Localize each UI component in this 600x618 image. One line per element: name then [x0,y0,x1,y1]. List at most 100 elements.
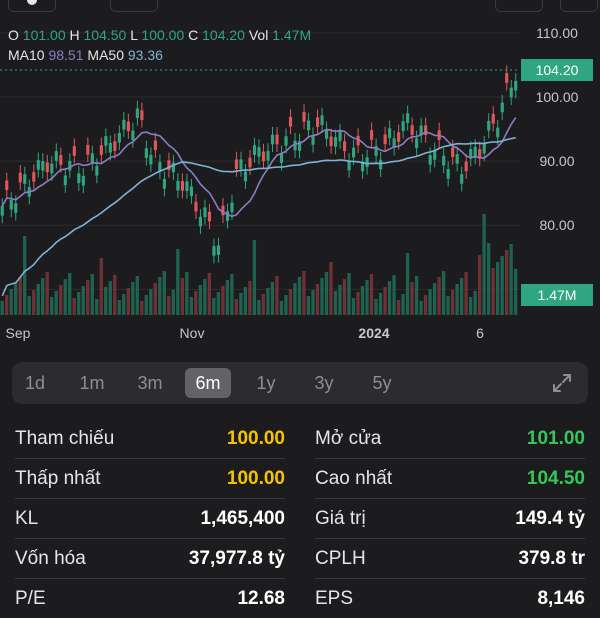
candle-body [234,159,239,170]
open-value: 101.00 [22,27,66,43]
price-tick-label: 80.00 [539,217,574,233]
volume-bar [423,295,428,315]
stat-cao-nhat: Cao nhất 104.50 [315,458,585,498]
high-label: H [69,27,80,43]
volume-bar [455,284,459,315]
candle-body [491,113,495,124]
candle-body [370,130,374,140]
volume-bar [59,285,63,315]
tab-6m[interactable]: 6m [185,368,231,398]
last-price-label: 104.20 [536,62,579,78]
candle-body [23,174,27,184]
candle-body [455,154,459,164]
candle-body [442,155,446,166]
volume-bar [23,236,27,315]
volume-bar [176,249,180,315]
volume-bar [108,281,112,315]
volume-bar [351,298,356,315]
volume-bar [347,273,351,315]
volume-bar [86,280,90,315]
candle-body [347,160,351,171]
candle-body [149,154,153,165]
candle-body [203,207,207,218]
tab-3y[interactable]: 3y [301,368,347,398]
candle-body [81,175,85,186]
candle-body [216,245,221,256]
volume-bar [0,301,4,315]
volume-bar [18,277,22,315]
volume-bar [243,287,248,315]
ma50-label: MA50 [87,47,124,63]
volume-bar [464,272,468,315]
volume-bar [432,283,437,315]
volume-bar [72,298,76,315]
volume-bar [41,278,45,315]
volume-bar [338,285,342,315]
candle-body [505,73,509,83]
tab-1m[interactable]: 1m [69,368,115,398]
candle-body [302,111,306,122]
candle-body [338,131,342,142]
volume-bar [324,272,329,315]
tab-3m[interactable]: 3m [127,368,173,398]
volume-bar [27,296,31,315]
volume-bar [279,301,284,315]
stat-label: P/E [15,588,46,609]
candle-body [54,151,58,161]
stat-value: 104.50 [526,468,585,489]
stat-value: 37,977.8 tỷ [188,548,285,569]
candle-body [230,202,234,213]
volume-bar [500,256,504,315]
volume-bar [383,287,387,315]
volume-bar [297,277,302,315]
volume-bar [441,271,446,315]
candle-body [270,134,275,145]
tab-1d[interactable]: 1d [12,368,58,398]
candle-body [126,121,130,132]
candle-body [77,173,81,184]
candle-body [32,172,36,182]
volume-bar [261,294,266,315]
volume-bar [81,286,85,315]
volume-bar [491,268,495,315]
candle-body [122,119,126,130]
volume-bar [504,250,509,315]
stat-value: 100.00 [226,468,285,489]
candle-body [0,205,4,216]
volume-bar [320,278,324,315]
tab-5y[interactable]: 5y [359,368,405,398]
volume-bar [252,240,257,315]
volume-bar [284,295,288,315]
volume-bar [315,284,320,315]
candle-body [388,128,392,138]
candle-body [482,143,486,154]
stat-value: 1,465,400 [200,508,285,529]
volume-bar [270,282,275,315]
candle-body [266,150,270,161]
stat-label: EPS [315,588,354,609]
volume-bar [365,280,369,315]
candle-body [117,132,121,143]
candle-body [194,201,198,212]
volume-bar [185,272,189,315]
stat-value: 8,146 [537,588,585,609]
stat-value: 100.00 [226,428,285,449]
candle-body [41,160,45,171]
volume-bar [378,293,383,315]
volume-bar [113,275,117,315]
tab-1y[interactable]: 1y [243,368,289,398]
stat-value: 149.4 tỷ [515,508,585,529]
volume-bar [32,290,36,315]
stat-label: Mở cửa [315,428,382,449]
volume-value: 1.47M [272,27,312,43]
volume-bar [419,301,423,315]
volume-bar [180,278,184,315]
expand-icon[interactable] [550,371,574,395]
volume-bar [356,292,360,315]
volume-bar [167,296,171,315]
volume-bar [50,297,54,315]
volume-bar [149,289,153,315]
candle-body [500,102,504,113]
volume-bar [36,284,40,315]
candle-body [198,216,203,227]
